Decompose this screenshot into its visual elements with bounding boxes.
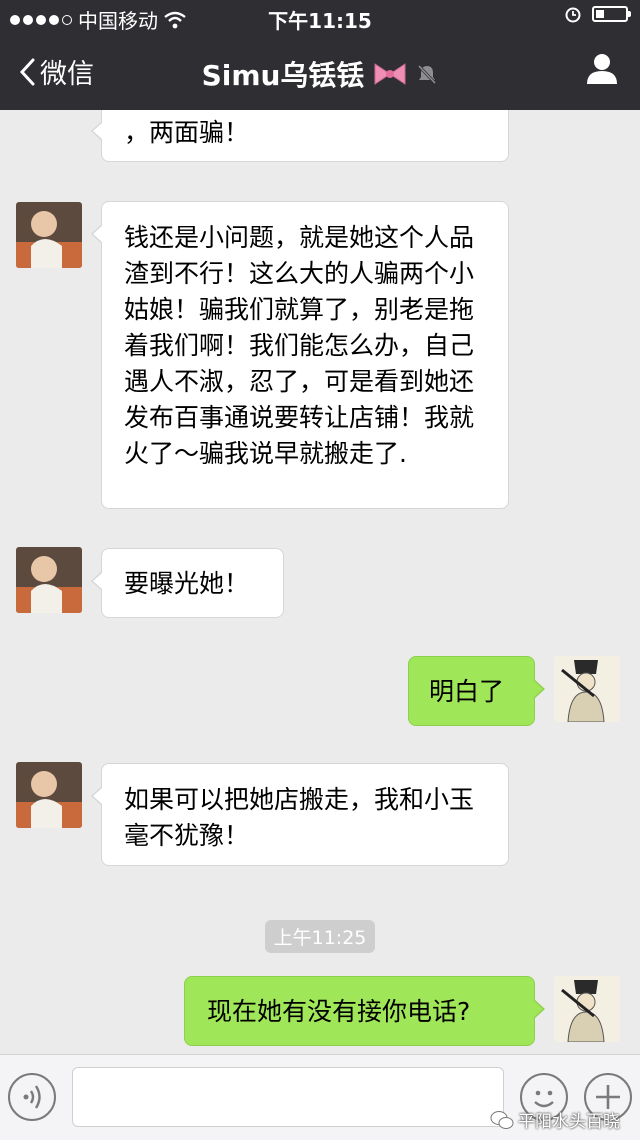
person-icon: [587, 54, 617, 84]
message-text: 如果可以把她店搬走，我和小玉毫不犹豫！: [124, 785, 475, 850]
battery-level: [596, 10, 604, 18]
alarm-icon: [565, 7, 581, 23]
message-list[interactable]: ，两面骗！ 钱还是小问题，就是她这个人品渣到不行！这么大的人骗两个小姑娘！骗我们…: [0, 110, 640, 1054]
message-text: 要曝光她！: [124, 569, 250, 598]
user-avatar[interactable]: [554, 976, 620, 1042]
message-bubble[interactable]: 钱还是小问题，就是她这个人品渣到不行！这么大的人骗两个小姑娘！骗我们就算了，别老…: [91, 201, 509, 509]
battery-icon: [592, 6, 631, 22]
status-bar: 中国移动 下午11:15: [0, 0, 640, 34]
message-input[interactable]: [72, 1067, 504, 1127]
mute-icon: [418, 64, 437, 85]
contact-avatar[interactable]: [16, 762, 82, 828]
message-bubble[interactable]: 要曝光她！: [91, 548, 284, 618]
contact-avatar[interactable]: [16, 202, 82, 268]
ribbon-bow-emoji-icon: [374, 63, 406, 85]
voice-input-button[interactable]: [8, 1073, 56, 1121]
contact-name: Simu乌铥铥: [201, 59, 365, 92]
chat-info-button[interactable]: [586, 52, 618, 90]
watermark: 平阳水头百晓: [490, 1107, 620, 1132]
message-bubble[interactable]: 如果可以把她店搬走，我和小玉毫不犹豫！: [91, 763, 509, 866]
message-bubble[interactable]: 明白了: [408, 656, 545, 726]
message-text: 钱还是小问题，就是她这个人品渣到不行！这么大的人骗两个小姑娘！骗我们就算了，别老…: [124, 223, 475, 468]
message-bubble[interactable]: ，两面骗！: [91, 110, 509, 162]
message-text: ，两面骗！: [124, 118, 250, 147]
message-text: 明白了: [429, 677, 505, 706]
message-bubble[interactable]: 现在她有没有接你电话?: [184, 976, 545, 1046]
user-avatar[interactable]: [554, 656, 620, 722]
chat-header: 微信 Simu乌铥铥: [0, 34, 640, 110]
timestamp: 上午11:25: [0, 920, 640, 953]
chat-title: Simu乌铥铥: [0, 54, 640, 94]
contact-avatar[interactable]: [16, 547, 82, 613]
clock: 下午11:15: [268, 9, 372, 33]
watermark-text: 平阳水头百晓: [518, 1112, 620, 1132]
wechat-logo-icon: [490, 1110, 514, 1129]
message-text: 现在她有没有接你电话?: [207, 997, 471, 1026]
input-toolbar: 平阳水头百晓: [0, 1054, 640, 1140]
voice-icon: [23, 1085, 41, 1109]
